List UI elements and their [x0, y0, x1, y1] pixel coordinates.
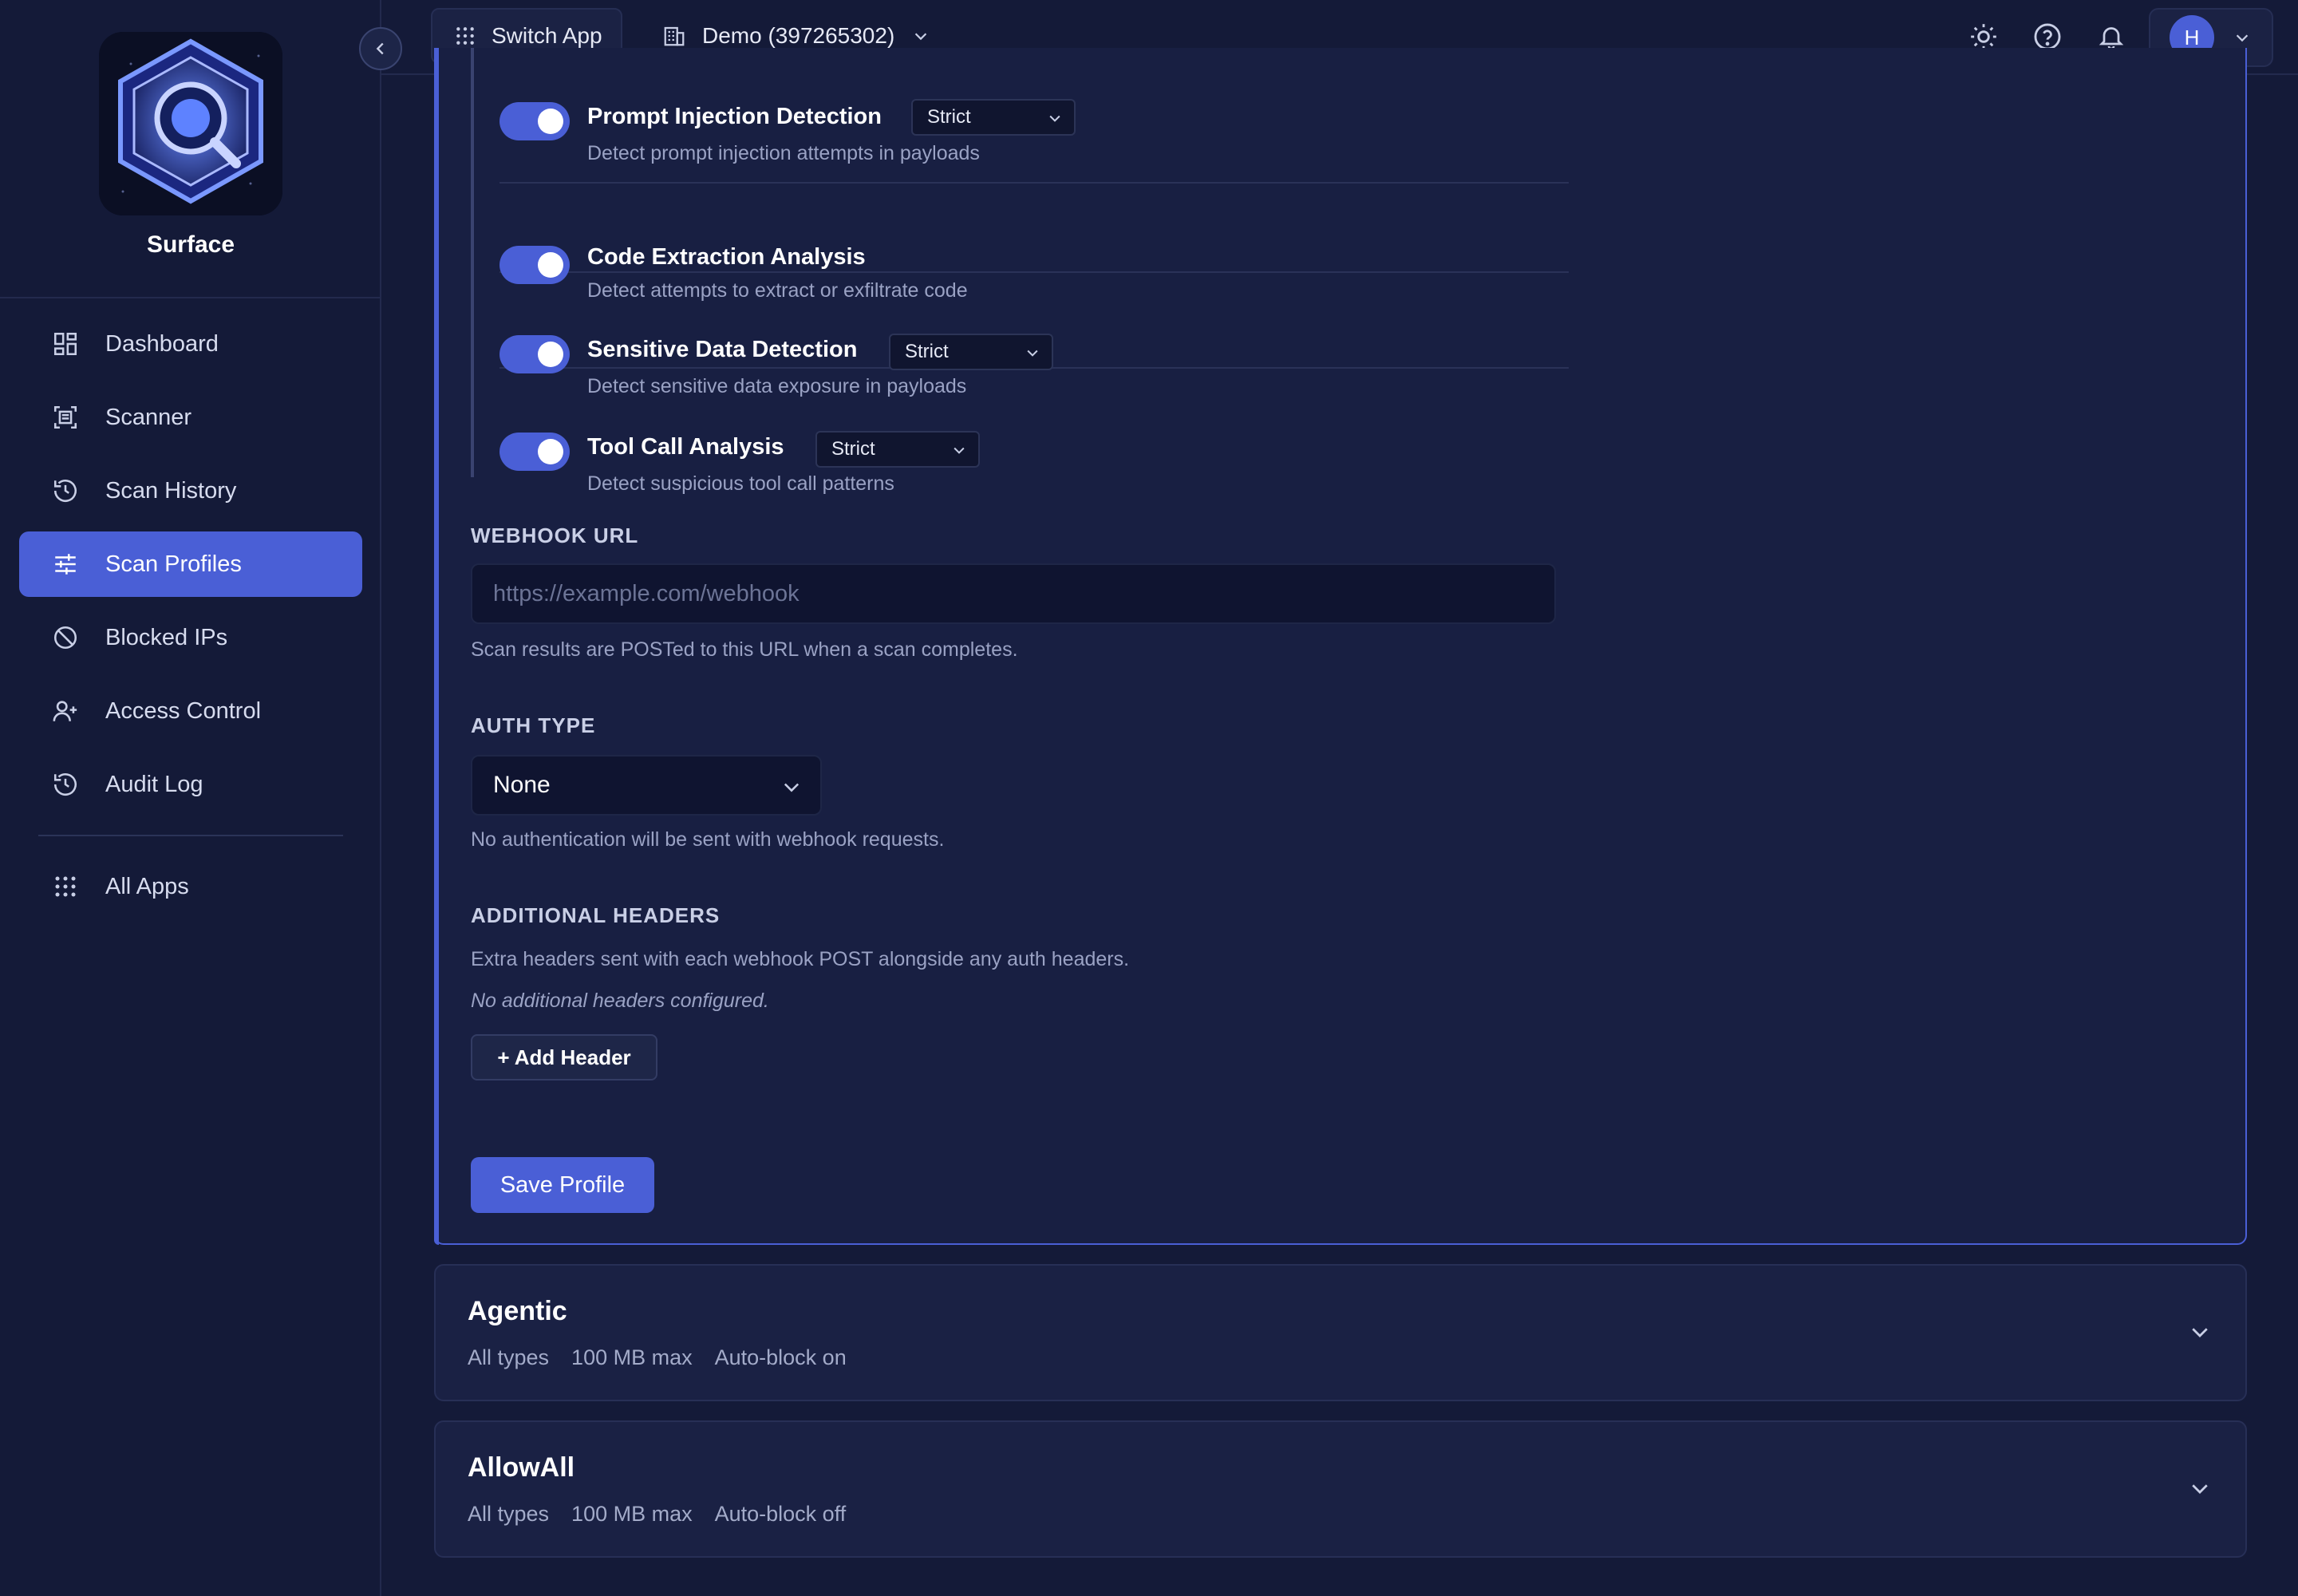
collapse-sidebar-button[interactable]	[359, 27, 402, 70]
grid-icon	[49, 871, 81, 903]
sidebar-item-access-control[interactable]: Access Control	[19, 678, 362, 744]
check-level-select[interactable]: Strict	[815, 431, 980, 468]
sidebar-item-scanner[interactable]: Scanner	[19, 385, 362, 450]
sidebar-item-all-apps[interactable]: All Apps	[19, 854, 362, 919]
profile-meta: All types 100 MB max Auto-block off	[468, 1502, 868, 1527]
chevron-left-icon	[372, 40, 389, 57]
add-header-button[interactable]: + Add Header	[471, 1034, 657, 1080]
sidebar-item-label: All Apps	[105, 873, 189, 899]
no-headers-text: No additional headers configured.	[471, 990, 769, 1012]
switch-app-label: Switch App	[492, 23, 602, 48]
check-level-value: Strict	[831, 438, 875, 460]
brand-name: Surface	[146, 231, 235, 258]
check-toggle[interactable]	[499, 102, 570, 140]
sidebar-item-label: Audit Log	[105, 771, 203, 797]
sidebar: Surface Dashboard Scanner Scan History S…	[0, 0, 381, 1596]
check-row: Tool Call Analysis Strict Detect suspici…	[499, 369, 1569, 495]
check-row: Code Extraction Analysis Detect attempts…	[499, 184, 1569, 302]
sidebar-item-dashboard[interactable]: Dashboard	[19, 311, 362, 377]
chevron-down-icon	[1047, 110, 1063, 126]
check-description: Detect suspicious tool call patterns	[587, 472, 894, 495]
chevron-down-icon[interactable]	[2188, 1476, 2212, 1500]
sidebar-item-label: Dashboard	[105, 330, 219, 357]
expanded-profile-card: Prompt Injection Detection Strict Detect…	[434, 48, 2247, 1245]
organization-label: Demo (397265302)	[702, 23, 895, 48]
sidebar-item-scan-history[interactable]: Scan History	[19, 458, 362, 523]
profile-auto-block: Auto-block on	[714, 1345, 847, 1369]
chevron-down-icon	[912, 27, 930, 45]
grid-icon	[455, 26, 476, 46]
check-level-value: Strict	[927, 106, 971, 128]
history-icon	[49, 768, 81, 800]
profile-types: All types	[468, 1345, 550, 1369]
webhook-url-input[interactable]	[471, 563, 1556, 624]
check-title: Tool Call Analysis	[587, 434, 784, 460]
profile-card-allowall[interactable]: AllowAll All types 100 MB max Auto-block…	[434, 1420, 2247, 1558]
sidebar-item-scan-profiles[interactable]: Scan Profiles	[19, 531, 362, 597]
save-profile-button[interactable]: Save Profile	[471, 1157, 654, 1213]
check-title: Sensitive Data Detection	[587, 337, 858, 362]
sidebar-nav: Dashboard Scanner Scan History Scan Prof…	[19, 311, 362, 927]
auth-type-value: None	[493, 772, 551, 798]
check-title: Code Extraction Analysis	[587, 244, 866, 270]
detection-checks: Prompt Injection Detection Strict Detect…	[471, 48, 1569, 495]
dashboard-icon	[49, 328, 81, 360]
sliders-icon	[49, 548, 81, 580]
sidebar-item-label: Access Control	[105, 697, 262, 724]
blocked-icon	[49, 622, 81, 654]
profile-name: Agentic	[468, 1296, 567, 1326]
check-level-value: Strict	[905, 341, 949, 362]
sidebar-item-label: Scan History	[105, 477, 237, 504]
check-level-select[interactable]: Strict	[889, 334, 1053, 370]
user-plus-icon	[49, 695, 81, 727]
auth-type-label: AUTH TYPE	[471, 713, 596, 737]
check-toggle[interactable]	[499, 433, 570, 471]
check-description: Detect prompt injection attempts in payl…	[587, 142, 980, 164]
profile-meta: All types 100 MB max Auto-block on	[468, 1345, 869, 1370]
sidebar-item-label: Scan Profiles	[105, 551, 242, 577]
building-icon	[662, 24, 686, 48]
additional-headers-label: ADDITIONAL HEADERS	[471, 903, 721, 927]
history-icon	[49, 475, 81, 507]
scanner-icon	[49, 401, 81, 433]
additional-headers-help: Extra headers sent with each webhook POS…	[471, 948, 1130, 970]
auth-type-select[interactable]: None	[471, 755, 822, 816]
chevron-down-icon	[1025, 345, 1040, 361]
auth-help-text: No authentication will be sent with webh…	[471, 828, 945, 851]
webhook-help-text: Scan results are POSTed to this URL when…	[471, 638, 1018, 661]
profile-auto-block: Auto-block off	[714, 1502, 847, 1526]
profile-types: All types	[468, 1502, 550, 1526]
nav-divider	[38, 835, 343, 836]
chevron-down-icon	[951, 442, 967, 458]
check-toggle[interactable]	[499, 335, 570, 373]
chevron-down-icon	[2233, 29, 2251, 46]
profile-max-size: 100 MB max	[571, 1502, 693, 1526]
profile-max-size: 100 MB max	[571, 1345, 693, 1369]
chevron-down-icon	[780, 776, 803, 798]
check-row: Sensitive Data Detection Strict Detect s…	[499, 273, 1569, 397]
check-level-select[interactable]: Strict	[911, 99, 1076, 136]
sidebar-item-label: Blocked IPs	[105, 624, 228, 650]
app-logo	[99, 32, 282, 215]
sidebar-item-audit-log[interactable]: Audit Log	[19, 752, 362, 817]
chevron-down-icon[interactable]	[2188, 1320, 2212, 1344]
check-row: Prompt Injection Detection Strict Detect…	[499, 48, 1569, 184]
profile-card-agentic[interactable]: Agentic All types 100 MB max Auto-block …	[434, 1264, 2247, 1401]
bell-icon	[2097, 22, 2126, 51]
sidebar-item-label: Scanner	[105, 404, 192, 430]
webhook-url-label: WEBHOOK URL	[471, 523, 639, 547]
brand: Surface	[0, 0, 381, 298]
profile-name: AllowAll	[468, 1452, 575, 1483]
sidebar-item-blocked-ips[interactable]: Blocked IPs	[19, 605, 362, 670]
check-title: Prompt Injection Detection	[587, 104, 882, 129]
